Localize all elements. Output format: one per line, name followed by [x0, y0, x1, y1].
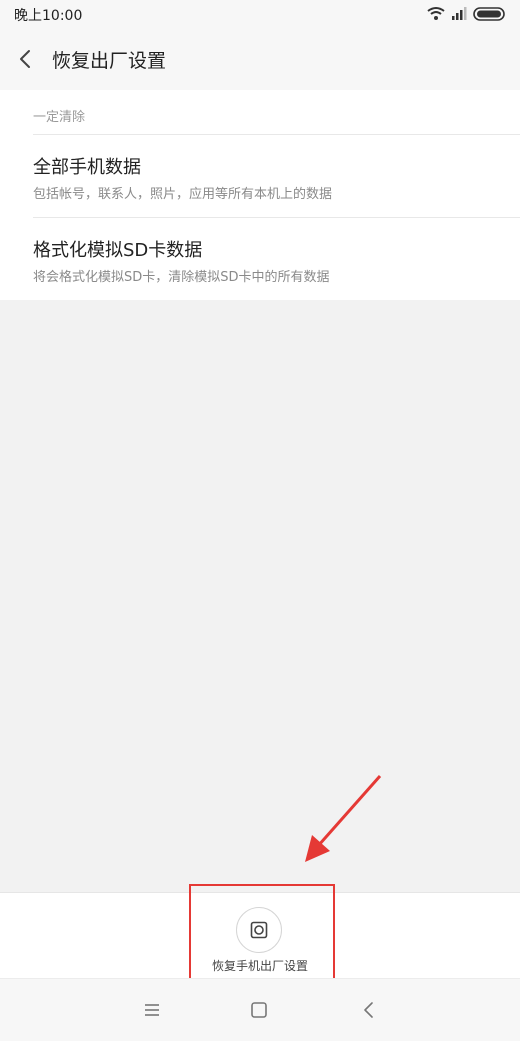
page-title: 恢复出厂设置 [52, 50, 167, 72]
option-all-phone-data[interactable]: 全部手机数据 包括帐号，联系人，照片，应用等所有本机上的数据 [0, 135, 520, 217]
home-icon [251, 1002, 267, 1018]
title-bar: 恢复出厂设置 [0, 28, 520, 90]
signal-icon [452, 7, 467, 20]
chevron-left-icon [20, 50, 30, 68]
wifi-icon [427, 7, 445, 20]
navigation-bar [0, 978, 520, 1041]
status-time: 晚上10:00 [14, 8, 83, 24]
menu-button[interactable] [141, 999, 163, 1021]
battery-icon [473, 7, 505, 21]
factory-reset-button[interactable]: 恢复手机出厂设置 [200, 899, 320, 975]
bottom-action-bar: 恢复手机出厂设置 [0, 892, 520, 979]
section-header: 一定清除 [33, 110, 86, 125]
factory-reset-label: 恢复手机出厂设置 [211, 959, 308, 973]
option-description: 将会格式化模拟SD卡，清除模拟SD卡中的所有数据 [33, 270, 330, 285]
reset-icon-circle [236, 907, 282, 953]
option-format-sd-card[interactable]: 格式化模拟SD卡数据 将会格式化模拟SD卡，清除模拟SD卡中的所有数据 [0, 218, 520, 300]
option-title: 全部手机数据 [33, 157, 141, 178]
empty-area [0, 300, 520, 892]
nav-back-button[interactable] [358, 999, 380, 1021]
status-bar: 晚上10:00 [0, 0, 520, 28]
reset-icon [250, 921, 268, 939]
menu-icon [145, 1004, 159, 1016]
back-icon [364, 1002, 373, 1018]
option-title: 格式化模拟SD卡数据 [33, 240, 203, 261]
back-button[interactable] [10, 44, 40, 74]
status-icons [426, 6, 508, 22]
option-description: 包括帐号，联系人，照片，应用等所有本机上的数据 [33, 187, 333, 202]
wipe-options-card: 一定清除 全部手机数据 包括帐号，联系人，照片，应用等所有本机上的数据 格式化模… [0, 90, 520, 300]
home-button[interactable] [248, 999, 270, 1021]
